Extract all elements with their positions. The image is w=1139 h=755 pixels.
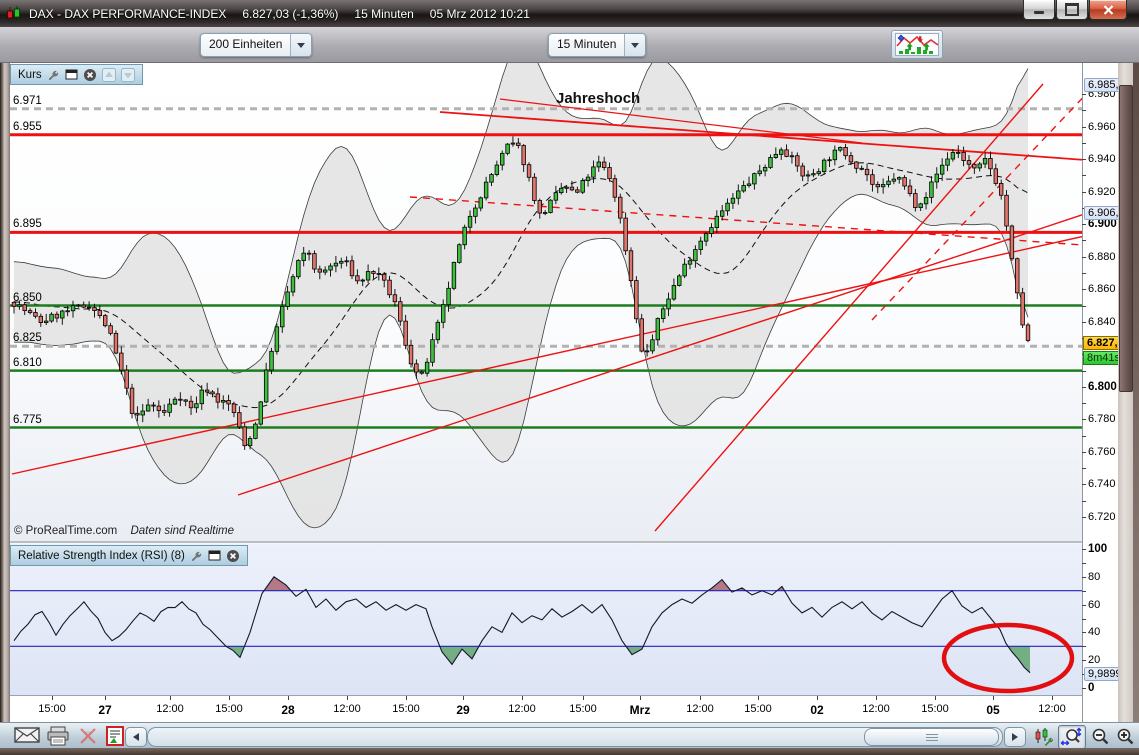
minimize-icon bbox=[1034, 11, 1044, 14]
time-axis[interactable] bbox=[10, 695, 1082, 723]
vertical-scrollbar-thumb[interactable] bbox=[1119, 85, 1133, 392]
scroll-right-icon[interactable] bbox=[1004, 727, 1026, 747]
price-chart[interactable] bbox=[10, 62, 1082, 541]
window-timeframe: 15 Minuten bbox=[354, 7, 413, 21]
titlebar[interactable]: DAX - DAX PERFORMANCE-INDEX 6.827,03 (-1… bbox=[0, 0, 1139, 28]
units-dropdown[interactable]: 200 Einheiten bbox=[200, 33, 312, 57]
window-right-border bbox=[1133, 62, 1139, 748]
window-title: DAX - DAX PERFORMANCE-INDEX bbox=[29, 7, 226, 21]
price-panel-header: Kurs bbox=[10, 64, 143, 85]
scroll-left-icon[interactable] bbox=[125, 727, 147, 747]
email-icon[interactable] bbox=[14, 726, 40, 744]
zoom-drag-icon[interactable] bbox=[1058, 725, 1086, 749]
units-dropdown-value: 200 Einheiten bbox=[201, 34, 290, 56]
close-icon[interactable] bbox=[226, 549, 240, 563]
window-datetime: 05 Mrz 2012 10:21 bbox=[430, 7, 530, 21]
vertical-scrollbar[interactable] bbox=[1118, 62, 1133, 722]
rsi-panel-title: Relative Strength Index (RSI) (8) bbox=[18, 550, 185, 562]
close-button[interactable] bbox=[1089, 0, 1127, 20]
close-icon[interactable] bbox=[83, 68, 97, 82]
rsi-panel-header: Relative Strength Index (RSI) (8) bbox=[10, 545, 248, 566]
zoom-out-icon[interactable] bbox=[1086, 725, 1114, 749]
disabled-icon: 8 bbox=[78, 726, 98, 746]
chevron-down-icon[interactable] bbox=[290, 34, 311, 56]
window-controls bbox=[1022, 0, 1127, 20]
zoom-in-icon[interactable] bbox=[1111, 725, 1139, 749]
price-panel-title: Kurs bbox=[18, 69, 42, 81]
new-window-icon[interactable] bbox=[65, 68, 78, 81]
jahreshoch-annotation: Jahreshoch bbox=[556, 90, 640, 107]
new-window-icon[interactable] bbox=[208, 549, 221, 562]
print-icon[interactable] bbox=[46, 726, 70, 746]
close-icon bbox=[1103, 5, 1114, 15]
maximize-icon bbox=[1065, 3, 1079, 16]
chevron-down-icon[interactable] bbox=[624, 34, 645, 56]
realtime-note: Daten sind Realtime bbox=[130, 525, 234, 537]
horizontal-scrollbar-thumb[interactable] bbox=[864, 728, 999, 746]
minimize-button[interactable] bbox=[1023, 0, 1055, 20]
panel-divider[interactable] bbox=[10, 541, 1082, 544]
candlestick-icon bbox=[6, 6, 22, 22]
horizontal-scrollbar[interactable] bbox=[147, 727, 1003, 747]
arrow-down-icon[interactable] bbox=[121, 68, 135, 82]
wrench-icon[interactable] bbox=[47, 68, 60, 81]
copyright-text: © ProRealTime.com bbox=[14, 525, 117, 537]
price-axis[interactable] bbox=[1082, 62, 1119, 722]
window-price: 6.827,03 (-1,36%) bbox=[242, 7, 338, 21]
copyright-note: © ProRealTime.com Daten sind Realtime bbox=[14, 525, 234, 537]
window-left-border bbox=[0, 62, 10, 748]
export-icon[interactable] bbox=[106, 726, 124, 746]
bottom-toolbar: 8 bbox=[0, 722, 1139, 749]
indicators-icon bbox=[895, 33, 939, 56]
maximize-button[interactable] bbox=[1056, 0, 1088, 20]
app-window: DAX - DAX PERFORMANCE-INDEX 6.827,03 (-1… bbox=[0, 0, 1139, 755]
indicators-button[interactable] bbox=[891, 30, 943, 59]
timeframe-dropdown-value: 15 Minuten bbox=[549, 34, 624, 56]
chart-toolbar: 200 Einheiten 15 Minuten bbox=[0, 27, 1139, 63]
wrench-icon[interactable] bbox=[190, 549, 203, 562]
window-bottom-border bbox=[0, 748, 1139, 755]
arrow-up-icon[interactable] bbox=[102, 68, 116, 82]
chart-settings-icon[interactable] bbox=[1030, 725, 1058, 749]
timeframe-dropdown[interactable]: 15 Minuten bbox=[548, 33, 646, 57]
